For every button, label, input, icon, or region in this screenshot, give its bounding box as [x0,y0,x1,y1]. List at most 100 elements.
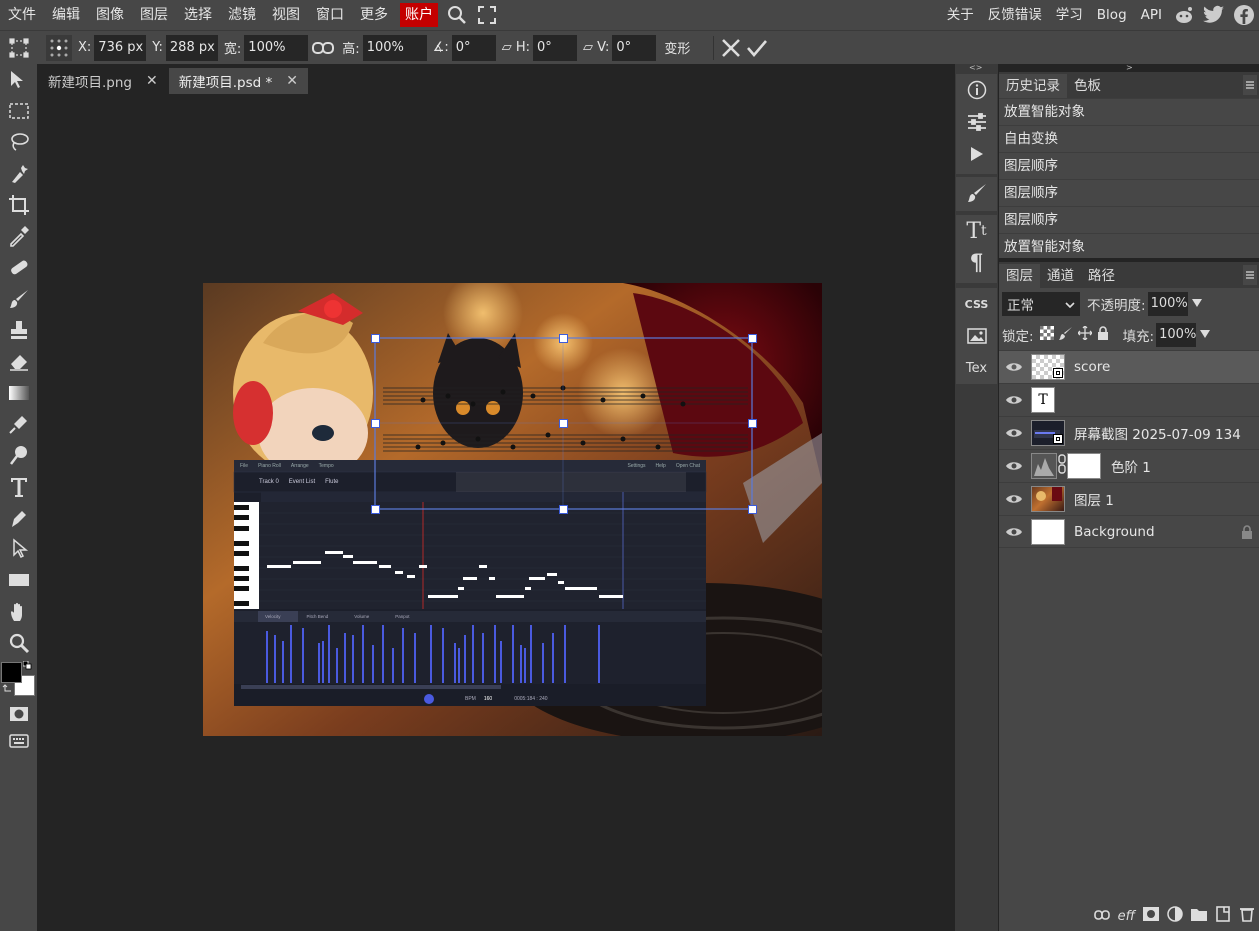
reddit-icon[interactable] [1169,0,1199,30]
history-item[interactable]: 图层顺序 [999,152,1259,179]
transform-handle-top-left[interactable] [371,334,380,343]
transform-handle-bottom[interactable] [559,505,568,514]
gradient-tool-icon[interactable] [0,377,37,408]
lock-pixels-icon[interactable] [1058,326,1073,344]
skew-v-input[interactable]: 0° [612,34,657,61]
transform-handle-center[interactable] [559,419,568,428]
brush-tool-icon[interactable] [0,283,37,314]
cancel-transform-icon[interactable] [718,35,744,61]
layer-row-text[interactable]: T [999,383,1259,416]
tab-layers[interactable]: 图层 [999,264,1040,288]
menu-about[interactable]: 关于 [940,0,981,30]
opacity-input[interactable]: 100% [1147,292,1188,316]
panel-menu-icon[interactable] [1243,75,1257,95]
keyboard-icon[interactable] [0,730,37,752]
close-icon[interactable]: ✕ [146,73,158,89]
menu-file[interactable]: 文件 [0,0,44,30]
mask-link-icon[interactable] [1058,454,1066,478]
menu-api[interactable]: API [1134,0,1169,30]
foreground-color-swatch[interactable] [1,661,22,683]
menu-more[interactable]: 更多 [352,0,396,30]
path-select-tool-icon[interactable] [0,533,37,564]
menu-report-bug[interactable]: 反馈错误 [981,0,1049,30]
menu-learn[interactable]: 学习 [1049,0,1090,30]
smudge-tool-icon[interactable] [0,408,37,439]
dodge-tool-icon[interactable] [0,440,37,471]
eye-icon[interactable] [999,394,1029,406]
document-canvas[interactable]: File Piano Roll Arrange Tempo Settings H… [203,283,822,736]
healing-tool-icon[interactable] [0,252,37,283]
css-panel-icon[interactable]: CSS [956,288,997,320]
tab-paths[interactable]: 路径 [1081,264,1122,288]
menu-account[interactable]: 账户 [400,3,438,27]
lasso-tool-icon[interactable] [0,127,37,158]
link-icon[interactable] [310,35,336,61]
menu-view[interactable]: 视图 [264,0,308,30]
quick-select-tool-icon[interactable] [0,158,37,189]
collapse-left-toggle[interactable]: <> [969,64,982,72]
layer-row-score[interactable]: score [999,350,1259,383]
menu-select[interactable]: 选择 [176,0,220,30]
tab-channels[interactable]: 通道 [1040,264,1081,288]
lock-position-icon[interactable] [1076,325,1093,344]
close-icon[interactable]: ✕ [286,73,298,89]
angle-input[interactable]: 0° [451,34,496,61]
brush-settings-icon[interactable] [956,177,997,209]
layer-row-levels[interactable]: 色阶 1 [999,449,1259,482]
menu-window[interactable]: 窗口 [308,0,352,30]
anchor-point-icon[interactable] [46,34,72,61]
marquee-tool-icon[interactable] [0,95,37,126]
eye-icon[interactable] [999,460,1029,472]
history-item[interactable]: 图层顺序 [999,179,1259,206]
layer-row-screenshot[interactable]: 屏幕截图 2025-07-09 134 [999,416,1259,449]
swap-colors-icon[interactable] [22,659,32,670]
history-item[interactable]: 放置智能对象 [999,233,1259,260]
layer-row-layer1[interactable]: 图层 1 [999,482,1259,515]
shape-tool-icon[interactable] [0,565,37,596]
info-icon[interactable] [956,74,997,106]
type-tool-icon[interactable] [0,471,37,502]
clone-stamp-tool-icon[interactable] [0,314,37,345]
menu-image[interactable]: 图像 [88,0,132,30]
image-panel-icon[interactable] [956,320,997,352]
menu-blog[interactable]: Blog [1090,0,1134,30]
new-group-icon[interactable] [1191,907,1207,925]
pen-tool-icon[interactable] [0,502,37,533]
adjustment-layer-icon[interactable] [1167,906,1183,926]
adjustments-icon[interactable] [956,106,997,138]
search-icon[interactable] [442,0,472,30]
lock-all-icon[interactable] [1097,326,1109,344]
menu-layer[interactable]: 图层 [132,0,176,30]
lock-transparency-icon[interactable] [1039,326,1054,344]
eye-icon[interactable] [999,427,1029,439]
confirm-transform-icon[interactable] [744,35,770,61]
skew-h-input[interactable]: 0° [533,34,578,61]
history-item[interactable]: 放置智能对象 [999,98,1259,125]
paragraph-panel-icon[interactable]: ¶ [956,247,997,279]
fullscreen-icon[interactable] [472,0,502,30]
menu-filter[interactable]: 滤镜 [220,0,264,30]
eraser-tool-icon[interactable] [0,346,37,377]
warp-button[interactable]: 变形 [664,38,690,57]
layer-mask-thumbnail[interactable] [1067,453,1101,479]
color-swatches[interactable] [0,659,37,699]
twitter-icon[interactable] [1199,0,1229,30]
add-mask-icon[interactable] [1143,907,1159,925]
eyedropper-tool-icon[interactable] [0,220,37,251]
facebook-icon[interactable] [1229,0,1259,30]
new-layer-icon[interactable] [1215,906,1231,926]
eye-icon[interactable] [999,493,1029,505]
transform-handle-right[interactable] [748,419,757,428]
menu-edit[interactable]: 编辑 [44,0,88,30]
fill-input[interactable]: 100% [1156,323,1196,347]
quick-mask-icon[interactable] [0,699,37,730]
transform-handle-bottom-right[interactable] [748,505,757,514]
tab-history[interactable]: 历史记录 [999,74,1067,98]
opacity-dropdown-icon[interactable] [1191,297,1202,312]
transform-handle-top[interactable] [559,334,568,343]
character-panel-icon[interactable]: Tt [956,215,997,247]
tab-document-png[interactable]: 新建项目.png ✕ [38,68,168,94]
move-tool-icon[interactable] [0,64,37,95]
eye-icon[interactable] [999,526,1029,538]
transform-handle-top-right[interactable] [748,334,757,343]
